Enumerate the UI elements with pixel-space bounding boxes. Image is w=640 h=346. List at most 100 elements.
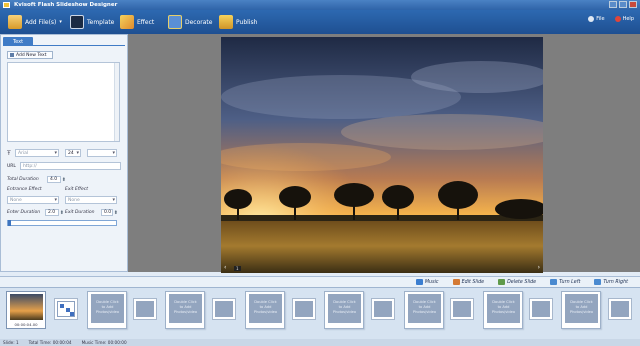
next-arrow-icon[interactable]: ›: [538, 264, 540, 271]
rotate-right-icon: [594, 279, 602, 285]
minimize-button[interactable]: [609, 1, 617, 8]
transition-slot[interactable]: [133, 298, 157, 320]
turn-right-button[interactable]: Turn Right: [594, 279, 628, 285]
transition-slot[interactable]: [450, 298, 474, 320]
text-icon: [10, 53, 14, 57]
film-icon: [70, 15, 84, 29]
placeholder-text: Photos/video: [569, 310, 594, 314]
duration-slider[interactable]: [7, 220, 117, 226]
help-menu[interactable]: Help: [614, 16, 634, 22]
rotate-left-icon: [550, 279, 558, 285]
placeholder-text: Photos/video: [332, 310, 357, 314]
font-select[interactable]: Arial: [15, 149, 59, 157]
close-button[interactable]: [629, 1, 637, 8]
effect-button[interactable]: Effect: [120, 14, 154, 30]
picture-frame-icon: [168, 15, 182, 29]
url-input[interactable]: http://: [19, 162, 121, 170]
preview-photo: ‹ 1 ›: [221, 37, 543, 273]
empty-slide-slot[interactable]: Double Click to Add Photos/video: [245, 291, 285, 329]
music-button[interactable]: Music: [415, 279, 439, 285]
slider-handle[interactable]: [8, 220, 11, 226]
maximize-button[interactable]: [619, 1, 627, 8]
status-bar: Slide: 1 Total Time: 00:00:04 Music Time…: [0, 339, 640, 346]
placeholder-text: to Add: [179, 305, 192, 309]
chevron-down-icon[interactable]: ▾: [59, 19, 62, 25]
font-row: Ŧ Arial 24: [7, 149, 121, 158]
placeholder-text: Photos/video: [95, 310, 120, 314]
tab-divider: [3, 45, 125, 46]
delete-slide-label: Delete Slide: [507, 279, 537, 285]
transition-icon: [57, 301, 75, 317]
empty-slide-slot[interactable]: Double Click to Add Photos/video: [404, 291, 444, 329]
empty-slide-slot[interactable]: Double Click to Add Photos/video: [87, 291, 127, 329]
add-files-icon: [8, 15, 22, 29]
status-music-time: Music Time: 00:00:00: [81, 340, 127, 345]
exit-effect-label: Exit Effect: [65, 187, 89, 192]
url-row: URL http://: [7, 162, 121, 170]
text-input-area[interactable]: [7, 62, 120, 142]
placeholder-text: to Add: [101, 305, 114, 309]
music-label: Music: [424, 279, 439, 285]
sunset-landscape-image: [221, 37, 543, 273]
edit-slide-button[interactable]: Edit Slide: [452, 279, 484, 285]
magic-wand-icon: [120, 15, 134, 29]
text-panel: Text Add New Text Ŧ Arial 24 URL http://…: [0, 34, 128, 272]
exit-effect-select[interactable]: None: [65, 196, 117, 204]
empty-slide-slot[interactable]: Double Click to Add Photos/video: [483, 291, 523, 329]
slide-toolbar: Music Edit Slide Delete Slide Turn Left …: [0, 276, 640, 287]
font-size-select[interactable]: 24: [65, 149, 81, 157]
add-files-label: Add File(s): [25, 18, 57, 26]
slide-duration: 00:00:04.00: [14, 322, 38, 327]
total-duration-spinner[interactable]: 4.0: [47, 176, 66, 183]
placeholder-text: Double Click: [570, 300, 593, 304]
entrance-effect-label: Entrance Effect: [7, 187, 42, 192]
delete-slide-button[interactable]: Delete Slide: [498, 279, 536, 285]
placeholder-text: Photos/video: [253, 310, 278, 314]
transition-slot[interactable]: [371, 298, 395, 320]
exit-duration-spinner[interactable]: 0.0: [101, 209, 118, 216]
transition-slot[interactable]: [292, 298, 316, 320]
add-new-text-button[interactable]: Add New Text: [7, 51, 53, 59]
placeholder-text: Double Click: [96, 300, 119, 304]
publish-button[interactable]: Publish: [219, 14, 257, 30]
transition-slot-1[interactable]: [54, 298, 78, 320]
add-files-button[interactable]: Add File(s) ▾: [8, 14, 62, 30]
exit-duration-label: Exit Duration: [65, 210, 95, 215]
placeholder-text: Double Click: [254, 300, 277, 304]
placeholder-text: Double Click: [492, 300, 515, 304]
enter-duration-label: Enter Duration: [7, 210, 41, 215]
transition-slot[interactable]: [608, 298, 632, 320]
template-button[interactable]: Template: [70, 14, 114, 30]
slide-thumbnail-image: [10, 294, 43, 320]
placeholder-text: to Add: [575, 305, 588, 309]
font-icon: Ŧ: [7, 150, 11, 157]
help-label: Help: [622, 16, 634, 22]
placeholder-text: Double Click: [413, 300, 436, 304]
window-title: Kvisoft Flash Slideshow Designer: [14, 2, 118, 8]
transition-slot[interactable]: [212, 298, 236, 320]
turn-left-button[interactable]: Turn Left: [550, 279, 580, 285]
decorate-button[interactable]: Decorate: [168, 14, 212, 30]
main-toolbar: Add File(s) ▾ Template Effect Decorate P…: [0, 10, 640, 34]
entrance-effect-select[interactable]: None: [7, 196, 59, 204]
file-label: File: [596, 16, 605, 22]
scrollbar[interactable]: [114, 63, 119, 141]
font-style-select[interactable]: [87, 149, 117, 157]
placeholder-text: Photos/video: [173, 310, 198, 314]
empty-slide-slot[interactable]: Double Click to Add Photos/video: [165, 291, 205, 329]
prev-arrow-icon[interactable]: ‹: [224, 264, 226, 271]
empty-slide-slot[interactable]: Double Click to Add Photos/video: [324, 291, 364, 329]
template-label: Template: [87, 18, 115, 26]
preview-stage: ‹ 1 ›: [128, 34, 640, 273]
empty-slide-slot[interactable]: Double Click to Add Photos/video: [561, 291, 601, 329]
turn-right-label: Turn Right: [603, 279, 628, 285]
edit-slide-icon: [452, 279, 460, 285]
placeholder-text: Double Click: [333, 300, 356, 304]
total-duration-label: Total Duration: [7, 177, 39, 182]
page-indicator: 1: [234, 266, 241, 271]
transition-slot[interactable]: [529, 298, 553, 320]
enter-duration-spinner[interactable]: 2.0: [45, 209, 64, 216]
slide-thumbnail-1[interactable]: 00:00:04.00: [6, 291, 46, 329]
file-menu[interactable]: File: [588, 16, 605, 22]
placeholder-text: to Add: [418, 305, 431, 309]
